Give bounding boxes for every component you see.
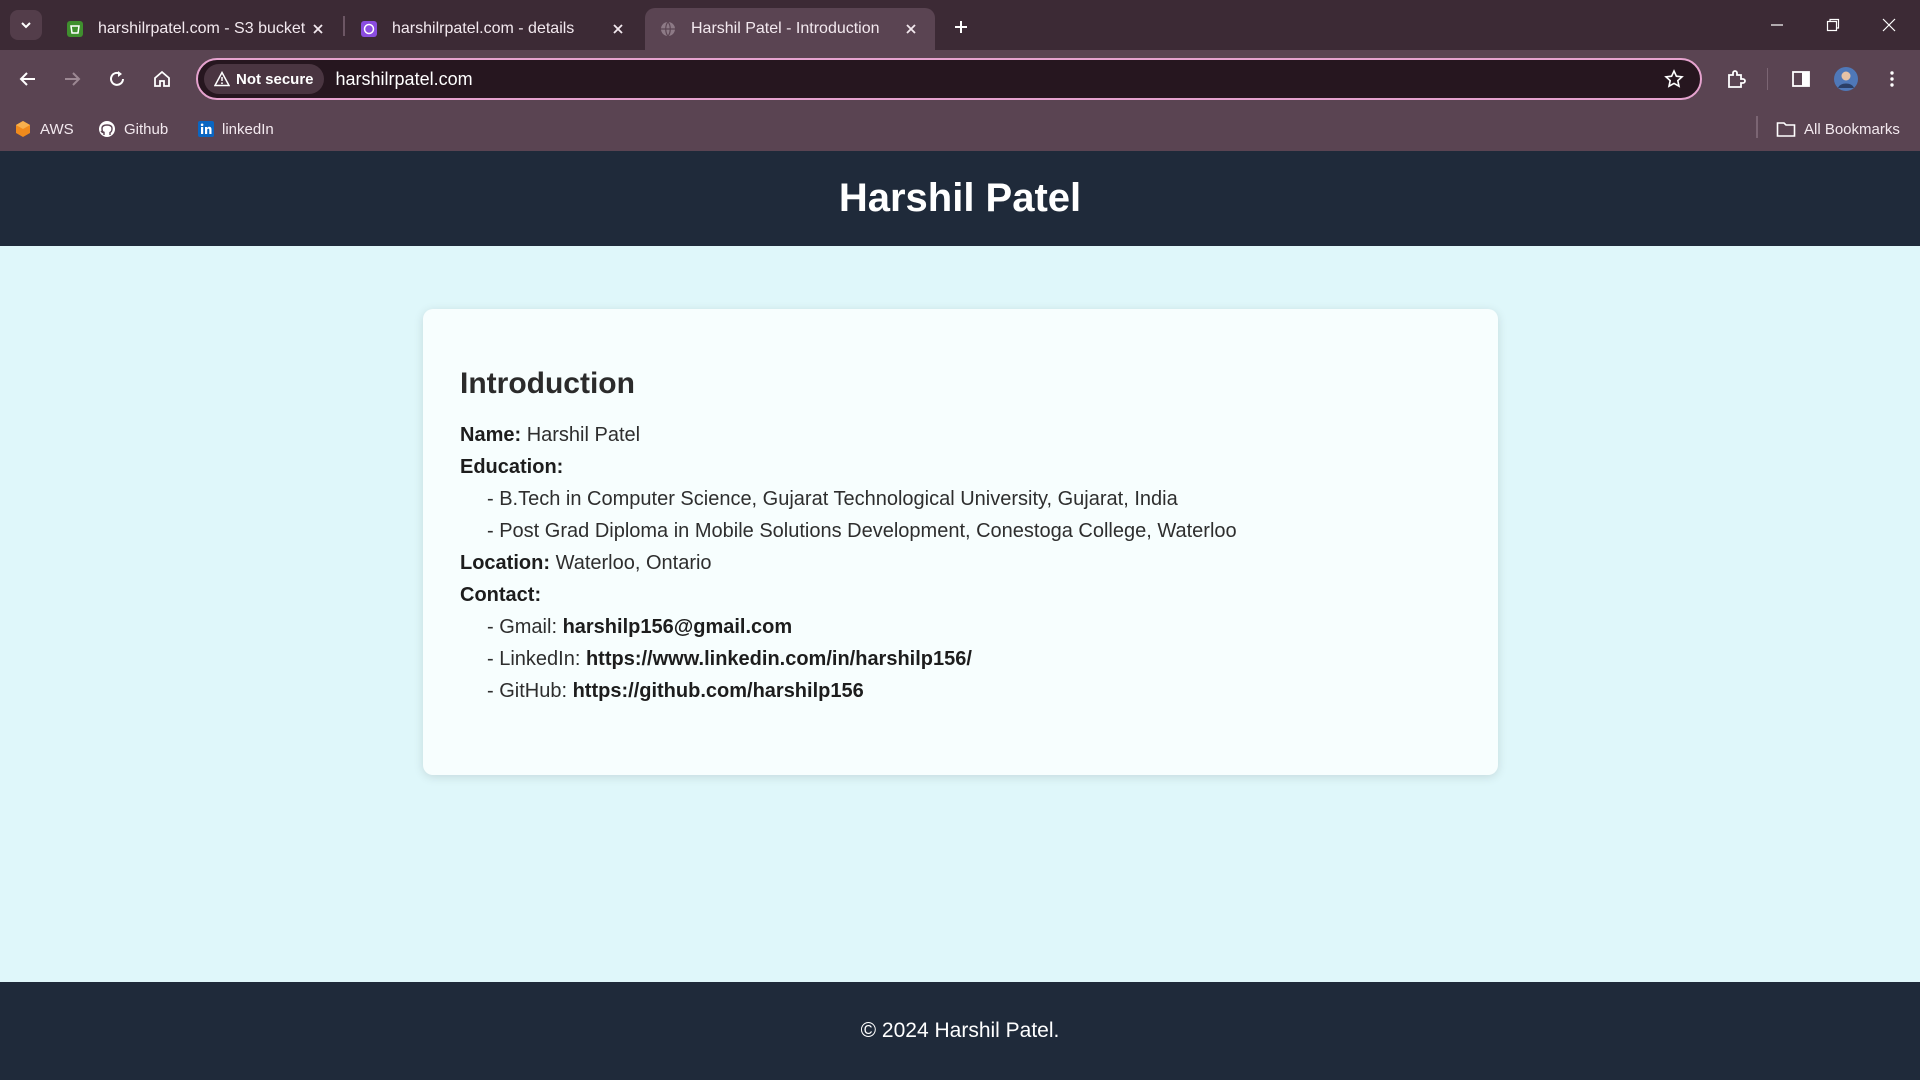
- site-info-chip[interactable]: Not secure: [204, 64, 324, 94]
- chevron-down-icon: [21, 22, 31, 29]
- all-bookmarks-button[interactable]: All Bookmarks: [1776, 115, 1900, 143]
- minimize-icon: [1771, 24, 1783, 26]
- profile-avatar[interactable]: [1828, 61, 1864, 97]
- gmail-link[interactable]: harshilp156@gmail.com: [563, 616, 793, 638]
- contact-linkedin: - LinkedIn: https://www.linkedin.com/in/…: [460, 643, 1461, 675]
- menu-button[interactable]: [1874, 61, 1910, 97]
- side-panel-icon: [1792, 71, 1810, 87]
- contact-prefix: - Gmail:: [487, 616, 557, 638]
- contact-row: Contact:: [460, 579, 1461, 611]
- forward-arrow-icon: [65, 72, 81, 86]
- restore-button[interactable]: [1810, 8, 1856, 42]
- close-window-button[interactable]: [1866, 8, 1912, 42]
- bookmark-label: linkedIn: [222, 120, 274, 138]
- url-text[interactable]: harshilrpatel.com: [336, 69, 1654, 90]
- linkedin-icon: [198, 121, 214, 137]
- github-icon: [99, 121, 115, 137]
- s3-bucket-icon: [67, 21, 83, 37]
- contact-gmail: - Gmail: harshilp156@gmail.com: [460, 611, 1461, 643]
- folder-icon: [1776, 122, 1796, 137]
- side-panel-button[interactable]: [1783, 61, 1819, 97]
- new-tab-button[interactable]: [946, 12, 976, 42]
- reload-button[interactable]: [99, 61, 135, 97]
- home-icon: [154, 70, 170, 87]
- contact-github: - GitHub: https://github.com/harshilp156: [460, 675, 1461, 707]
- address-bar[interactable]: Not secure harshilrpatel.com: [196, 58, 1702, 100]
- location-label: Location:: [460, 552, 550, 574]
- site-footer: © 2024 Harshil Patel.: [0, 982, 1920, 1080]
- tab-title: harshilrpatel.com - details: [392, 20, 575, 37]
- tab-title: Harshil Patel - Introduction: [691, 20, 880, 37]
- site-header: Harshil Patel: [0, 151, 1920, 246]
- tab-s3-bucket[interactable]: harshilrpatel.com - S3 bucket | S: [52, 8, 342, 50]
- tab-strip: harshilrpatel.com - S3 bucket | S harshi…: [0, 0, 1920, 50]
- route53-icon: [361, 21, 377, 37]
- bookmark-linkedin[interactable]: linkedIn: [198, 115, 274, 143]
- tab-introduction[interactable]: Harshil Patel - Introduction: [645, 8, 935, 50]
- home-button[interactable]: [144, 61, 180, 97]
- tab-route53-details[interactable]: harshilrpatel.com - details: [346, 8, 642, 50]
- github-link[interactable]: https://github.com/harshilp156: [573, 680, 864, 702]
- security-label: Not secure: [236, 70, 314, 88]
- name-label: Name:: [460, 424, 522, 446]
- name-value: Harshil Patel: [526, 424, 641, 446]
- education-label: Education:: [460, 456, 564, 478]
- close-icon[interactable]: [308, 19, 328, 39]
- all-bookmarks-label: All Bookmarks: [1804, 120, 1900, 138]
- tab-search-button[interactable]: [10, 10, 42, 40]
- forward-button[interactable]: [54, 61, 90, 97]
- bookmark-github[interactable]: Github: [98, 115, 168, 143]
- extensions-button[interactable]: [1718, 61, 1754, 97]
- name-row: Name: Harshil Patel: [460, 419, 1461, 451]
- section-title: Introduction: [460, 367, 635, 400]
- back-arrow-icon: [19, 72, 35, 86]
- close-icon[interactable]: [901, 19, 921, 39]
- education-row: Education:: [460, 451, 1461, 483]
- minimize-button[interactable]: [1754, 8, 1800, 42]
- footer-copyright: © 2024 Harshil Patel.: [860, 1019, 1060, 1042]
- bookmark-label: AWS: [40, 120, 74, 138]
- location-row: Location: Waterloo, Ontario: [460, 547, 1461, 579]
- close-icon[interactable]: [608, 19, 628, 39]
- warning-icon: [214, 71, 230, 87]
- close-icon: [1882, 18, 1896, 32]
- tab-divider: [343, 16, 345, 36]
- linkedin-link[interactable]: https://www.linkedin.com/in/harshilp156/: [586, 648, 972, 670]
- bookmark-star-button[interactable]: [1654, 61, 1694, 97]
- tab-title: harshilrpatel.com - S3 bucket | S: [98, 20, 308, 37]
- education-item: - Post Grad Diploma in Mobile Solutions …: [487, 520, 1237, 542]
- aws-icon: [16, 121, 30, 137]
- globe-icon: [661, 21, 675, 37]
- site-title: Harshil Patel: [838, 176, 1082, 220]
- bookmark-label: Github: [124, 120, 169, 138]
- puzzle-icon: [1728, 70, 1746, 88]
- contact-prefix: - LinkedIn:: [487, 648, 581, 670]
- back-button[interactable]: [10, 61, 46, 97]
- contact-label: Contact:: [460, 584, 542, 606]
- restore-icon: [1826, 18, 1840, 32]
- plus-icon: [955, 21, 967, 33]
- location-value: Waterloo, Ontario: [555, 552, 712, 574]
- more-vertical-icon: [1890, 71, 1894, 87]
- bookmarks-divider: [1756, 116, 1758, 138]
- star-icon: [1664, 69, 1684, 88]
- reload-icon: [110, 71, 124, 86]
- education-item: - B.Tech in Computer Science, Gujarat Te…: [487, 488, 1178, 510]
- browser-toolbar: Not secure harshilrpatel.com: [0, 50, 1920, 107]
- bookmarks-bar: AWS Github linkedIn All Bookmarks: [0, 107, 1920, 151]
- avatar-icon: [1834, 67, 1858, 91]
- contact-prefix: - GitHub:: [487, 680, 568, 702]
- toolbar-divider: [1767, 68, 1768, 90]
- bookmark-aws[interactable]: AWS: [14, 115, 74, 143]
- introduction-card: Introduction Name: Harshil Patel Educati…: [423, 309, 1498, 775]
